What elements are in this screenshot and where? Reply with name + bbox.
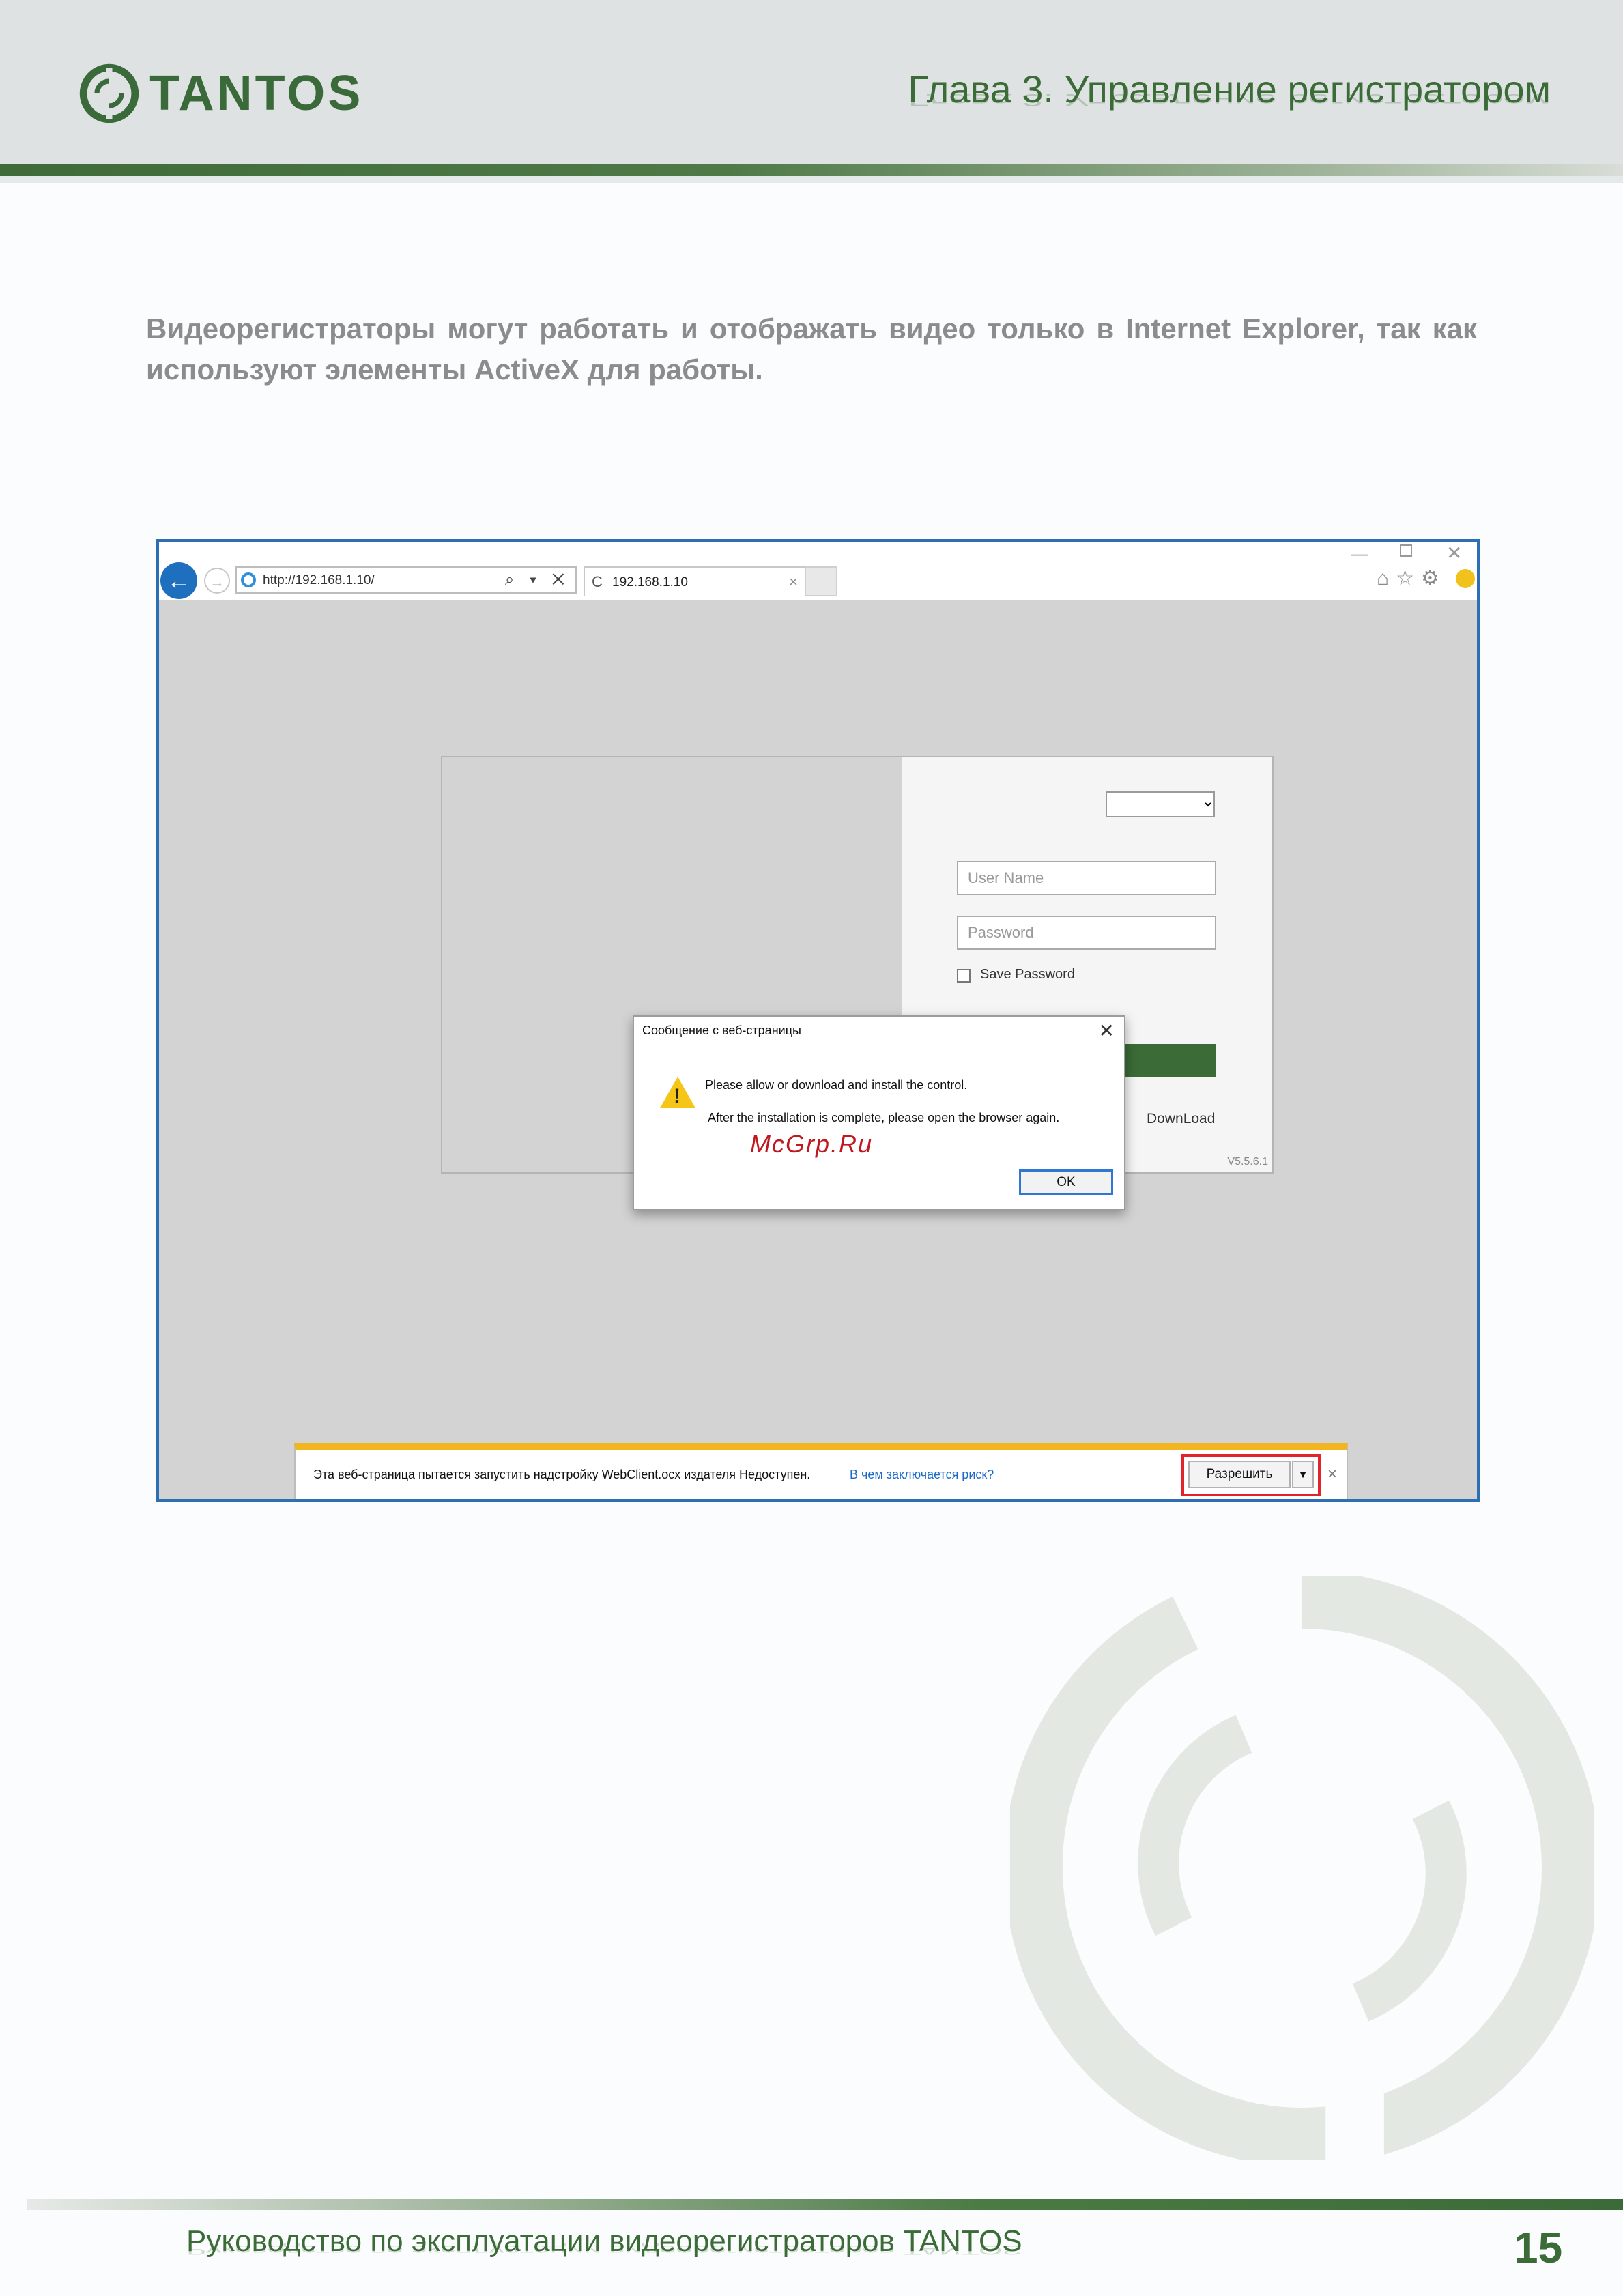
browser-toolbar: ← → http://192.168.1.10/ ⌕ ▾ ✕ C 192.168…	[159, 542, 1477, 600]
language-select[interactable]	[1106, 791, 1215, 817]
footer-title-reflection: Руководство по эксплуатации видеорегистр…	[186, 2242, 1022, 2258]
dialog-title: Сообщение с веб-страницы	[642, 1023, 801, 1037]
username-input[interactable]: User Name	[957, 861, 1216, 895]
footer-divider	[27, 2199, 1623, 2210]
allow-button[interactable]: Разрешить	[1188, 1461, 1291, 1488]
warning-mark: !	[674, 1085, 680, 1107]
brand-logo: TANTOS	[78, 63, 363, 124]
address-bar[interactable]: http://192.168.1.10/ ⌕ ▾ ✕	[235, 566, 577, 594]
logo-text: TANTOS	[149, 66, 364, 121]
password-input[interactable]: Password	[957, 916, 1216, 950]
back-button[interactable]: ←	[160, 562, 197, 599]
minimize-icon[interactable]: —	[1351, 543, 1368, 564]
ok-button[interactable]: OK	[1019, 1169, 1113, 1195]
home-favorites-settings-icons[interactable]: ⌂☆⚙	[1377, 566, 1446, 590]
browser-screenshot: ← → http://192.168.1.10/ ⌕ ▾ ✕ C 192.168…	[156, 539, 1480, 1502]
addon-notification-bar: Эта веб-страница пытается запустить надс…	[294, 1443, 1348, 1499]
intro-paragraph: Видеорегистраторы могут работать и отобр…	[146, 313, 1477, 386]
notification-close-icon[interactable]: ×	[1327, 1465, 1337, 1484]
dialog-message-line1: Please allow or download and install the…	[705, 1078, 968, 1092]
risk-info-link[interactable]: В чем заключается риск?	[850, 1468, 994, 1482]
tab-loading-icon: C	[592, 573, 603, 590]
address-tools-icons[interactable]: ⌕ ▾ ✕	[505, 570, 570, 590]
download-link[interactable]: DownLoad	[1147, 1111, 1215, 1127]
notification-text: Эта веб-страница пытается запустить надс…	[313, 1468, 811, 1481]
dialog-close-icon[interactable]: ✕	[1099, 1019, 1115, 1042]
chapter-title-reflection: Глава 3. Управление регистратором	[908, 90, 1551, 110]
header-divider-light	[0, 176, 1623, 183]
save-password-label: Save Password	[980, 967, 1075, 982]
web-page-content: User Name Password Save Password DownLoa…	[159, 600, 1477, 1499]
dialog-message-line2: After the installation is complete, plea…	[708, 1111, 1060, 1124]
feedback-smiley-icon[interactable]	[1456, 569, 1475, 588]
tantos-logo-icon	[79, 63, 139, 123]
tab-close-icon[interactable]: ×	[789, 573, 798, 591]
ie-icon	[241, 572, 256, 587]
allow-dropdown-button[interactable]: ▼	[1292, 1461, 1314, 1488]
version-label: V5.5.6.1	[1227, 1156, 1268, 1167]
header-divider	[0, 164, 1623, 176]
page-number: 15	[1514, 2223, 1563, 2272]
tab-192-168-1-10[interactable]: C 192.168.1.10 ×	[584, 566, 806, 596]
tantos-emblem-watermark-icon	[1010, 1576, 1594, 2160]
address-text[interactable]: http://192.168.1.10/	[263, 573, 375, 588]
forward-button[interactable]: →	[204, 568, 230, 594]
tab-title[interactable]: 192.168.1.10	[612, 575, 688, 590]
save-password-checkbox[interactable]	[957, 969, 971, 983]
new-tab-button[interactable]	[805, 566, 837, 596]
page-header: TANTOS Глава 3. Управление регистратором…	[0, 0, 1623, 164]
web-page-message-dialog: Сообщение с веб-страницы ✕ ! Please allo…	[633, 1015, 1125, 1210]
window-close-icon[interactable]: ✕	[1446, 542, 1462, 564]
maximize-icon[interactable]	[1400, 544, 1412, 557]
watermark-text: McGrp.Ru	[750, 1130, 874, 1158]
